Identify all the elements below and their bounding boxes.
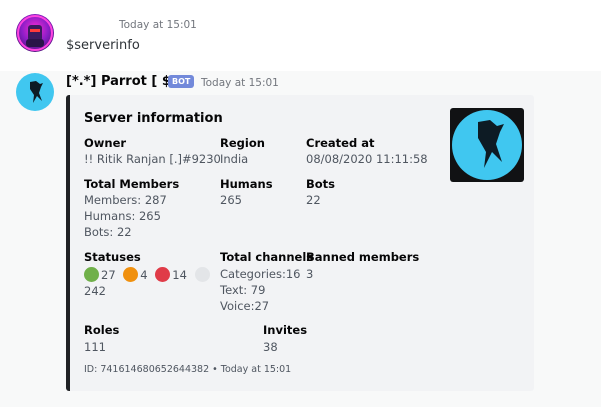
field-total-members-label: Total Members [84, 177, 180, 191]
embed-footer: ID: 741614680652644382 • Today at 15:01 [84, 364, 292, 375]
field-channels-line: Voice:27 [220, 299, 270, 313]
field-total-members-line: Bots: 22 [84, 225, 132, 239]
field-region-value: India [220, 152, 249, 166]
field-bots-label: Bots [306, 177, 336, 191]
status-counts: 27 4 14 [84, 267, 212, 282]
bot-avatar[interactable] [16, 73, 54, 111]
field-channels-line: Categories:16 [220, 267, 301, 281]
bot-author-name[interactable]: [*.*] Parrot [ $ ] [66, 74, 181, 89]
online-count: 27 [101, 268, 116, 282]
dnd-count: 14 [172, 268, 187, 282]
field-invites-label: Invites [263, 323, 308, 337]
field-created-value: 08/08/2020 11:11:58 [306, 152, 428, 166]
field-humans-value: 265 [220, 193, 242, 207]
field-owner-label: Owner [84, 136, 127, 150]
user-avatar[interactable] [16, 14, 54, 52]
parrot-thumbnail-icon [452, 110, 522, 180]
field-roles-value: 111 [84, 340, 106, 354]
message-content: $serverinfo [66, 38, 140, 53]
user-message: Today at 15:01 $serverinfo [0, 0, 601, 68]
field-roles-label: Roles [84, 323, 120, 337]
field-owner-value: !! Ritik Ranjan [.]#9230 [84, 152, 221, 166]
field-statuses-label: Statuses [84, 250, 141, 264]
idle-status-icon [123, 267, 139, 282]
field-invites-value: 38 [263, 340, 278, 354]
field-total-members-line: Humans: 265 [84, 209, 161, 223]
field-channels-line: Text: 79 [220, 283, 266, 297]
field-bots-value: 22 [306, 193, 321, 207]
field-banned-value: 3 [306, 267, 314, 281]
bot-badge: BOT [168, 75, 195, 88]
field-created-label: Created at [306, 136, 375, 150]
parrot-icon [30, 81, 43, 103]
field-total-members-line: Members: 287 [84, 193, 167, 207]
idle-count: 4 [140, 268, 148, 282]
dnd-status-icon [155, 267, 171, 282]
field-region-label: Region [220, 136, 265, 150]
online-status-icon [84, 267, 99, 282]
server-info-embed: Server information Owner !! Ritik Ranjan… [66, 95, 534, 391]
field-humans-label: Humans [220, 177, 273, 191]
field-banned-label: Banned members [306, 250, 420, 264]
embed-thumbnail[interactable] [450, 108, 524, 182]
embed-title: Server information [84, 111, 223, 126]
bot-message-timestamp: Today at 15:01 [201, 77, 279, 89]
offline-count: 242 [84, 284, 106, 298]
message-timestamp: Today at 15:01 [119, 19, 197, 31]
offline-status-icon [194, 267, 210, 282]
field-channels-label: Total channels [220, 250, 314, 264]
